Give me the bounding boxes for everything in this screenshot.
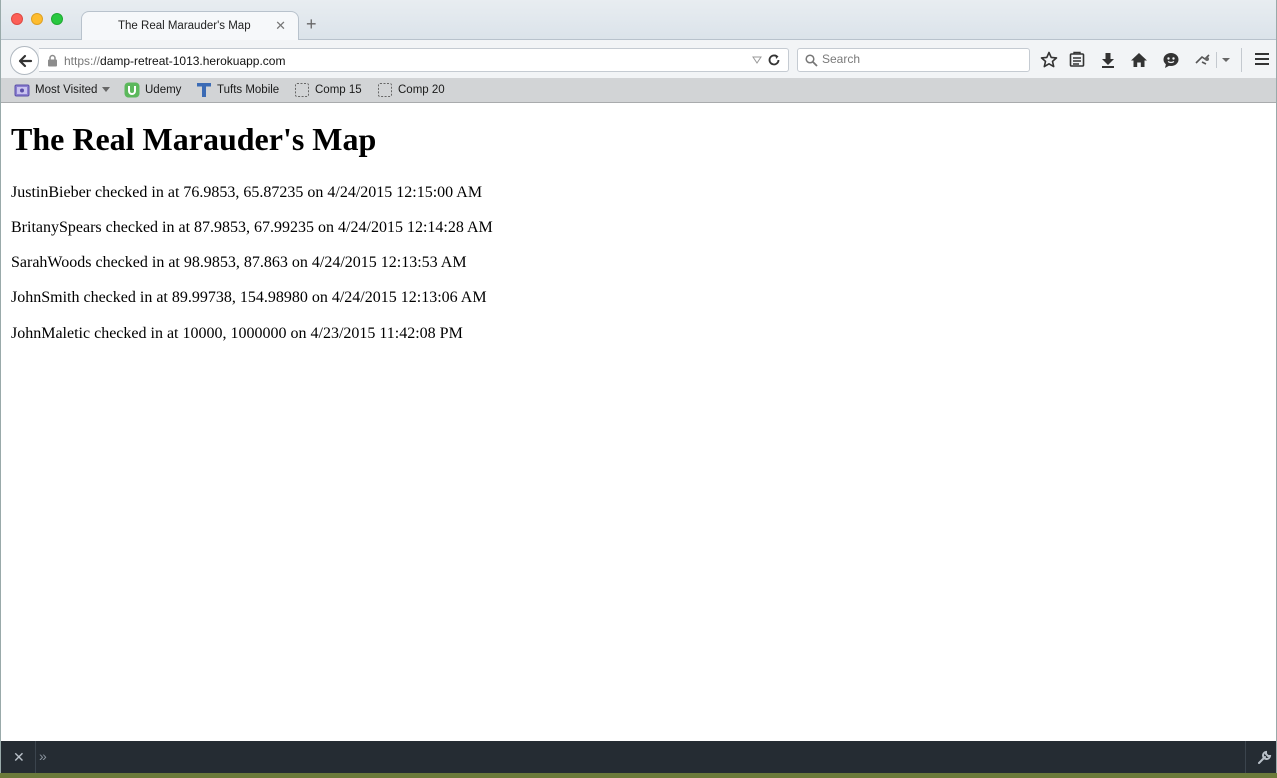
bookmark-comp-20[interactable]: Comp 20 [377, 82, 447, 98]
back-button[interactable] [10, 46, 39, 75]
toolbar-separator [35, 741, 36, 773]
hello-chat-icon[interactable] [1161, 50, 1181, 70]
new-tab-button[interactable]: + [306, 15, 317, 33]
checkin-entry: BritanySpears checked in at 87.9853, 67.… [11, 219, 493, 236]
bookmarks-bar: Most Visited Udemy Tufts Mobile Comp 15 [1, 78, 1276, 103]
extension-icon[interactable] [1193, 50, 1213, 70]
toolbar-separator [1245, 741, 1246, 773]
bookmark-comp-15[interactable]: Comp 15 [294, 82, 364, 98]
nav-bar: https://damp-retreat-1013.herokuapp.com [1, 40, 1276, 78]
wrench-icon[interactable] [1257, 749, 1273, 765]
udemy-icon [124, 82, 140, 98]
home-icon[interactable] [1129, 50, 1149, 70]
url-dropdown-icon[interactable] [752, 56, 762, 64]
page-title: The Real Marauder's Map [11, 121, 377, 157]
tab-close-icon[interactable]: ✕ [275, 18, 286, 34]
url-text[interactable]: https://damp-retreat-1013.herokuapp.com [64, 54, 285, 68]
bookmark-label: Comp 15 [315, 84, 362, 96]
close-icon[interactable]: ✕ [13, 749, 25, 766]
bookmark-star-icon[interactable] [1039, 50, 1059, 70]
browser-window: The Real Marauder's Map ✕ + https://damp… [0, 0, 1277, 773]
reading-list-icon[interactable] [1067, 50, 1087, 70]
download-icon[interactable] [1098, 50, 1118, 70]
tab-title: The Real Marauder's Map [118, 20, 251, 32]
chevron-down-icon[interactable] [1216, 50, 1236, 70]
tufts-icon [197, 83, 211, 97]
most-visited-icon [14, 84, 30, 97]
folder-dashed-icon [295, 83, 309, 97]
page-content: The Real Marauder's Map JustinBieber che… [1, 103, 1276, 741]
checkin-entry: SarahWoods checked in at 98.9853, 87.863… [11, 254, 467, 271]
tab-strip: The Real Marauder's Map ✕ + [1, 0, 1276, 41]
url-bar[interactable]: https://damp-retreat-1013.herokuapp.com [39, 48, 789, 72]
window-maximize-button[interactable] [51, 13, 63, 25]
bookmark-most-visited[interactable]: Most Visited [14, 82, 112, 98]
bookmark-label: Most Visited [35, 84, 98, 96]
bookmark-tufts-mobile[interactable]: Tufts Mobile [196, 82, 284, 98]
checkin-entry: JohnSmith checked in at 89.99738, 154.98… [11, 289, 487, 306]
back-arrow-icon [18, 54, 33, 68]
toolbar-separator [1241, 48, 1242, 72]
bookmark-label: Comp 20 [398, 84, 445, 96]
bookmark-label: Tufts Mobile [217, 84, 280, 96]
bookmark-label: Udemy [145, 84, 182, 96]
developer-toolbar: ✕ » [1, 741, 1276, 773]
search-icon [805, 54, 818, 67]
chevron-down-icon [102, 87, 110, 92]
command-prompt-icon[interactable]: » [39, 748, 47, 764]
bookmark-udemy[interactable]: Udemy [124, 82, 184, 98]
checkin-entry: JustinBieber checked in at 76.9853, 65.8… [11, 184, 483, 201]
hamburger-menu-icon[interactable] [1254, 51, 1270, 67]
window-close-button[interactable] [11, 13, 23, 25]
lock-icon [48, 54, 57, 67]
reload-icon[interactable] [767, 53, 781, 67]
folder-dashed-icon [378, 83, 392, 97]
search-box[interactable] [797, 48, 1030, 72]
tab-active[interactable]: The Real Marauder's Map ✕ [81, 11, 299, 41]
window-minimize-button[interactable] [31, 13, 43, 25]
checkin-entry: JohnMaletic checked in at 10000, 1000000… [11, 325, 463, 342]
search-input[interactable] [822, 52, 1022, 66]
